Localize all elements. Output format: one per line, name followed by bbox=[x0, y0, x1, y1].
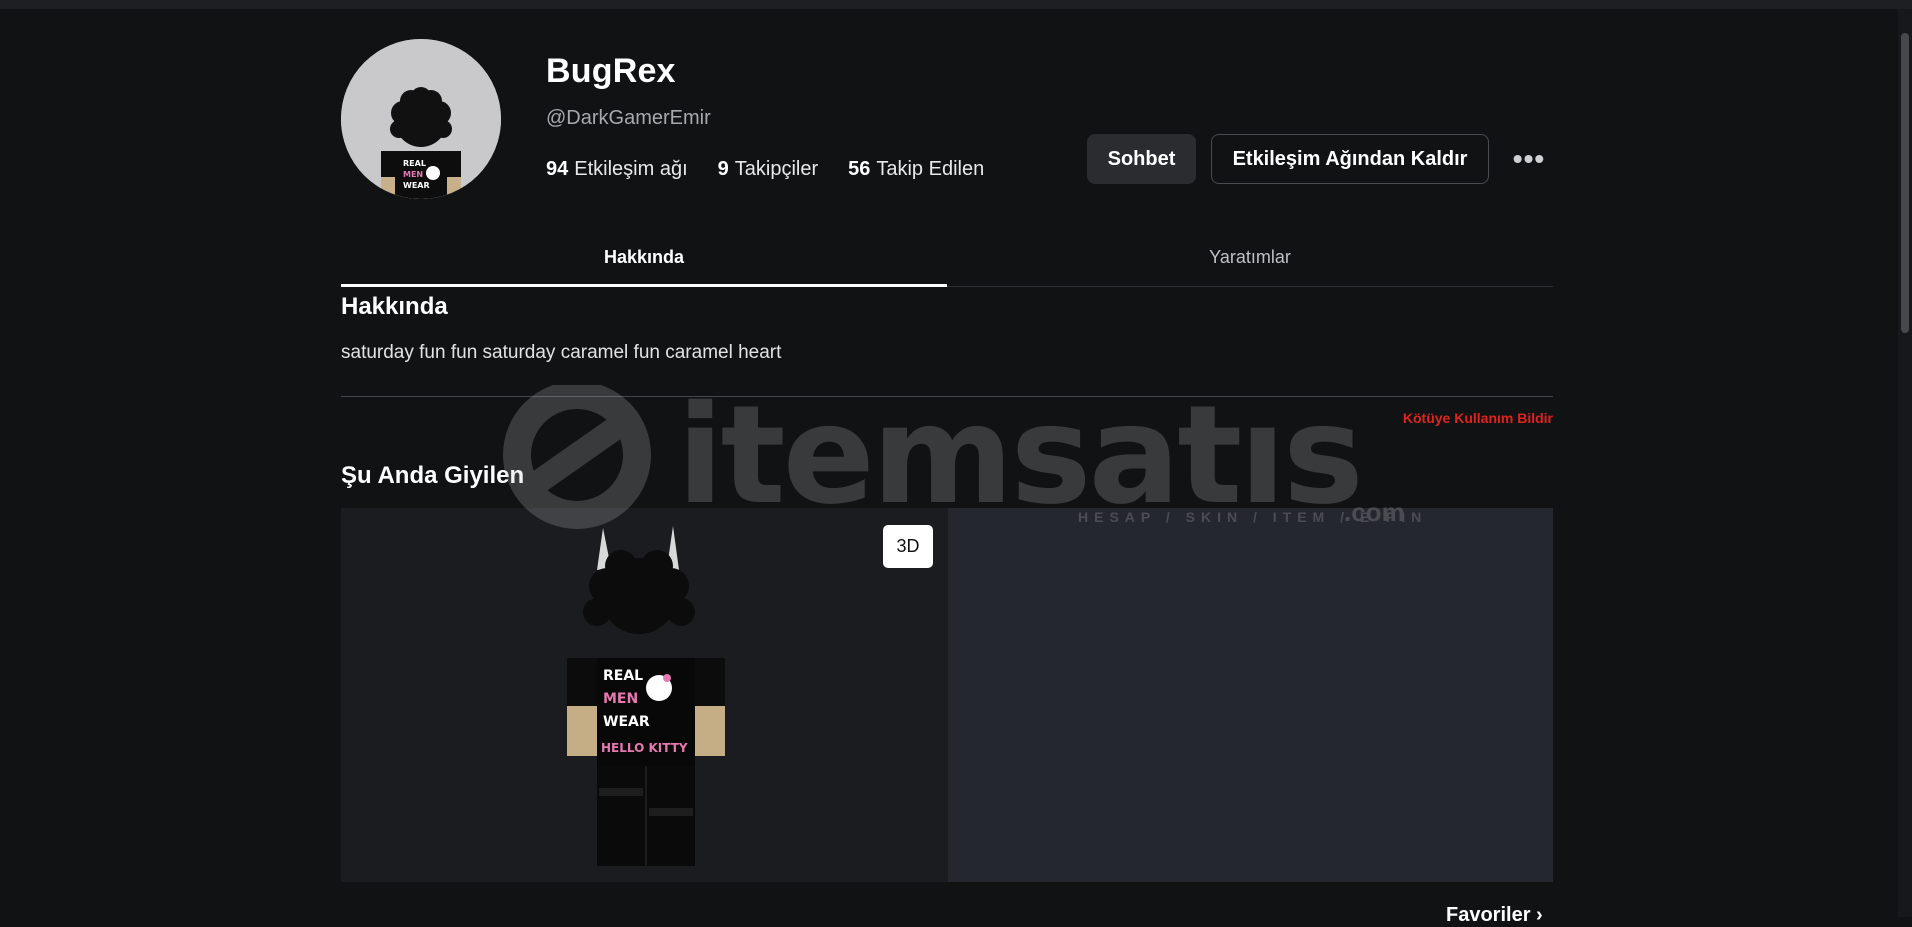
stat-label: Etkileşim ağı bbox=[574, 158, 688, 180]
profile-stats: 94 Etkileşim ağı 9 Takipçiler 56 Takip Edil… bbox=[546, 158, 984, 181]
tab-about[interactable]: Hakkında bbox=[341, 228, 947, 287]
about-heading: Hakkında bbox=[341, 293, 448, 320]
tab-creations[interactable]: Yaratımlar bbox=[947, 228, 1553, 286]
avatar-3d-preview[interactable]: REAL MEN WEAR HELLO KITTY bbox=[341, 508, 948, 882]
stat-count: 9 bbox=[717, 158, 729, 180]
remove-connection-button[interactable]: Etkileşim Ağından Kaldır bbox=[1211, 134, 1489, 184]
favorites-label: Favoriler bbox=[1446, 904, 1531, 926]
stat-followers[interactable]: 9 Takipçiler bbox=[718, 158, 818, 181]
username: @DarkGamerEmir bbox=[546, 107, 711, 129]
worn-items-panel bbox=[948, 508, 1553, 882]
toggle-3d-button[interactable]: 3D bbox=[883, 525, 933, 568]
stat-label: Takipçiler bbox=[734, 158, 819, 180]
report-abuse-link[interactable]: Kötüye Kullanım Bildir bbox=[1403, 410, 1553, 426]
stat-following[interactable]: 56 Takip Edilen bbox=[848, 158, 984, 181]
profile-tabs: Hakkında Yaratımlar bbox=[341, 228, 1553, 287]
svg-text:HELLO KITTY: HELLO KITTY bbox=[601, 741, 688, 755]
bio-text: saturday fun fun saturday caramel fun ca… bbox=[341, 342, 782, 363]
stat-count: 56 bbox=[848, 158, 871, 180]
currently-wearing-heading: Şu Anda Giyilen bbox=[341, 462, 525, 489]
favorites-link[interactable]: Favoriler › bbox=[1446, 904, 1543, 927]
stat-count: 94 bbox=[546, 158, 569, 180]
svg-text:REAL: REAL bbox=[603, 668, 643, 684]
chevron-right-icon: › bbox=[1536, 904, 1543, 926]
svg-text:MEN: MEN bbox=[403, 170, 423, 179]
svg-text:MEN: MEN bbox=[603, 691, 638, 707]
browser-top-bar bbox=[0, 0, 1912, 9]
display-name: BugRex bbox=[546, 52, 676, 90]
avatar[interactable]: REAL MEN WEAR bbox=[341, 39, 501, 199]
stat-connections[interactable]: 94 Etkileşim ağı bbox=[546, 158, 688, 181]
avatar-headshot-image: REAL MEN WEAR bbox=[341, 39, 501, 199]
chat-button[interactable]: Sohbet bbox=[1087, 134, 1196, 184]
svg-text:WEAR: WEAR bbox=[603, 714, 650, 730]
svg-text:REAL: REAL bbox=[403, 159, 426, 168]
avatar-full-body-image: REAL MEN WEAR HELLO KITTY bbox=[567, 526, 725, 866]
divider bbox=[341, 396, 1553, 397]
stat-label: Takip Edilen bbox=[876, 158, 985, 180]
more-options-icon[interactable]: ••• bbox=[1509, 140, 1549, 178]
scrollbar-thumb[interactable] bbox=[1901, 33, 1909, 333]
scrollbar[interactable] bbox=[1898, 9, 1912, 917]
svg-text:WEAR: WEAR bbox=[403, 181, 430, 190]
